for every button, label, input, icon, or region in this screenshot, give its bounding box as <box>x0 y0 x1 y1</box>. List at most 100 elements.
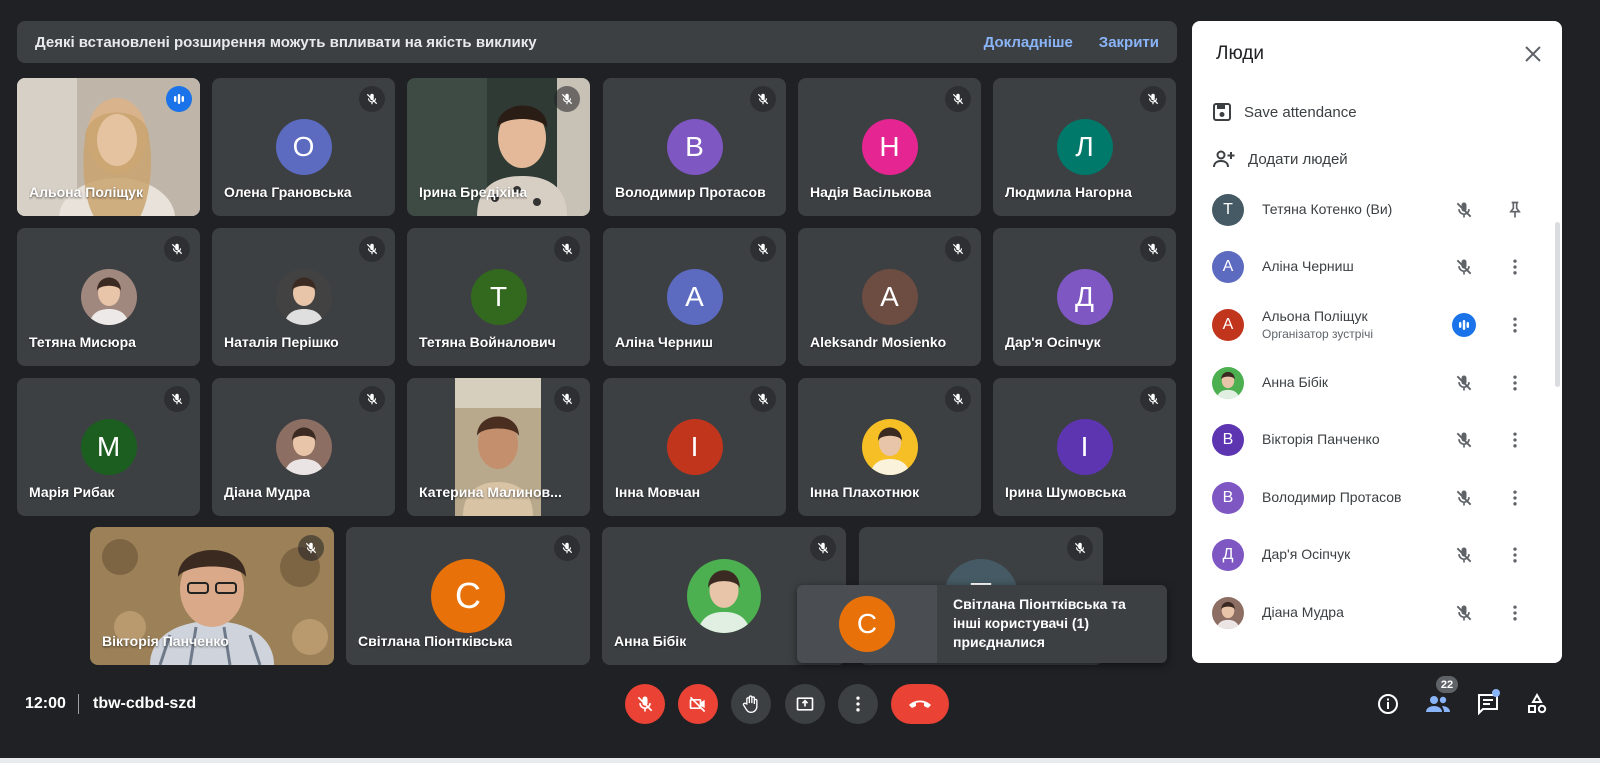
participant-tile[interactable]: Катерина Малинов... <box>407 378 590 516</box>
mute-status[interactable] <box>1452 371 1476 395</box>
participant-tile[interactable]: Н Надія Васількова <box>798 78 981 216</box>
mic-off-icon <box>366 93 378 105</box>
mic-off-icon <box>757 243 769 255</box>
participant-avatar <box>80 269 137 325</box>
participant-more-button[interactable] <box>1503 313 1527 337</box>
participant-more-button[interactable] <box>1503 428 1527 452</box>
more-options-button[interactable] <box>838 684 878 724</box>
save-attendance-button[interactable]: Save attendance <box>1212 100 1357 124</box>
participant-tile[interactable]: Тетяна Мисюра <box>17 228 200 366</box>
close-banner-link[interactable]: Закрити <box>1099 34 1159 51</box>
mic-off-icon <box>1074 542 1086 554</box>
participant-list-name: Альона Поліщук <box>1262 308 1368 324</box>
mute-status[interactable] <box>1452 543 1476 567</box>
participant-list-item[interactable]: Анна Бібік <box>1212 361 1552 405</box>
participant-more-button[interactable] <box>1503 255 1527 279</box>
participant-tile[interactable]: Інна Плахотнюк <box>798 378 981 516</box>
participant-list-name: Діана Мудра <box>1262 604 1344 620</box>
participant-tile[interactable]: А Аліна Черниш <box>603 228 786 366</box>
mute-status[interactable] <box>1452 486 1476 510</box>
participant-name: Аліна Черниш <box>615 334 713 350</box>
participant-name: Альона Поліщук <box>29 184 143 200</box>
participant-name: Інна Мовчан <box>615 484 701 500</box>
participant-list-item[interactable]: А Альона Поліщук Організатор зустрічі <box>1212 303 1552 347</box>
meeting-details-button[interactable] <box>1374 690 1402 718</box>
participant-tile[interactable]: І Інна Мовчан <box>603 378 786 516</box>
participant-avatar: А <box>666 269 723 325</box>
more-vert-icon <box>1513 547 1517 563</box>
microphone-toggle-button[interactable] <box>625 684 665 724</box>
camera-toggle-button[interactable] <box>678 684 718 724</box>
more-vert-icon <box>856 696 860 712</box>
muted-indicator <box>359 386 385 412</box>
muted-indicator <box>750 386 776 412</box>
participant-tile[interactable]: Діана Мудра <box>212 378 395 516</box>
mic-off-icon <box>561 93 573 105</box>
participant-list-name: Аліна Черниш <box>1262 258 1354 274</box>
present-screen-button[interactable] <box>785 684 825 724</box>
mic-off-icon <box>561 393 573 405</box>
participant-tile[interactable]: С Світлана Піонтківська <box>346 527 590 665</box>
people-icon <box>1426 696 1450 712</box>
participant-list-item[interactable]: А Аліна Черниш <box>1212 245 1552 289</box>
pin-button[interactable] <box>1503 198 1527 222</box>
participant-avatar <box>1212 597 1244 629</box>
more-vert-icon <box>1513 375 1517 391</box>
mute-status[interactable] <box>1452 428 1476 452</box>
mic-off-icon <box>952 393 964 405</box>
mute-status[interactable] <box>1452 601 1476 625</box>
participant-role: Організатор зустрічі <box>1262 327 1374 341</box>
pin-icon <box>1509 201 1521 218</box>
mic-off-icon <box>1147 393 1159 405</box>
participant-tile[interactable]: Л Людмила Нагорна <box>993 78 1176 216</box>
participant-tile[interactable]: О Олена Грановська <box>212 78 395 216</box>
participant-list-item[interactable]: Т Тетяна Котенко (Ви) <box>1212 188 1552 232</box>
participant-tile[interactable]: В Володимир Протасов <box>603 78 786 216</box>
add-people-button[interactable]: Додати людей <box>1212 147 1348 171</box>
participant-tile[interactable]: Наталія Перішко <box>212 228 395 366</box>
participant-list-item[interactable]: Д Дар'я Осіпчук <box>1212 533 1552 577</box>
muted-indicator <box>750 236 776 262</box>
participant-avatar: О <box>275 119 332 175</box>
participant-tile[interactable]: Ірина Бредіхіна <box>407 78 590 216</box>
participant-name: Дар'я Осіпчук <box>1005 334 1101 350</box>
more-vert-icon <box>1513 605 1517 621</box>
muted-indicator <box>554 386 580 412</box>
raise-hand-button[interactable] <box>731 684 771 724</box>
mute-status[interactable] <box>1452 255 1476 279</box>
participant-tile[interactable]: Вікторія Панченко <box>90 527 334 665</box>
participant-more-button[interactable] <box>1503 486 1527 510</box>
participant-avatar <box>275 419 332 475</box>
participant-avatar: С <box>431 559 505 633</box>
muted-indicator <box>1067 535 1093 561</box>
profile-photo <box>861 419 918 475</box>
participant-tile[interactable]: Т Тетяна Войналович <box>407 228 590 366</box>
participant-more-button[interactable] <box>1503 543 1527 567</box>
participant-tile[interactable]: І Ірина Шумовська <box>993 378 1176 516</box>
close-panel-button[interactable] <box>1522 43 1544 65</box>
participant-avatar: Д <box>1212 539 1244 571</box>
participant-more-button[interactable] <box>1503 601 1527 625</box>
panel-scrollbar[interactable] <box>1555 222 1560 387</box>
participant-tile[interactable]: М Марія Рибак <box>17 378 200 516</box>
participant-tile[interactable]: Д Дар'я Осіпчук <box>993 228 1176 366</box>
mute-status[interactable] <box>1452 198 1476 222</box>
participant-avatar: В <box>1212 482 1244 514</box>
participant-list-item[interactable]: В Вікторія Панченко <box>1212 418 1552 462</box>
participant-more-button[interactable] <box>1503 371 1527 395</box>
leave-call-button[interactable] <box>891 684 949 724</box>
muted-indicator <box>945 86 971 112</box>
people-button[interactable] <box>1424 690 1452 718</box>
participant-avatar: А <box>861 269 918 325</box>
participant-tile[interactable]: Альона Поліщук <box>17 78 200 216</box>
learn-more-link[interactable]: Докладніше <box>984 34 1073 51</box>
muted-indicator <box>1140 86 1166 112</box>
participant-list-item[interactable]: Діана Мудра <box>1212 591 1552 635</box>
divider <box>78 694 79 714</box>
profile-photo <box>275 269 332 325</box>
participant-list-item[interactable]: В Володимир Протасов <box>1212 476 1552 520</box>
chat-unread-dot <box>1492 689 1500 697</box>
activities-button[interactable] <box>1523 690 1551 718</box>
participant-tile[interactable]: А Aleksandr Mosienko <box>798 228 981 366</box>
participant-avatar: Т <box>1212 194 1244 226</box>
